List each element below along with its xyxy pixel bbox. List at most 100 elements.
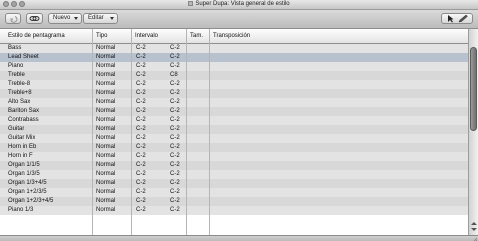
style-cell: Organ 1/3+4/5	[8, 180, 47, 186]
type-cell: Normal	[96, 126, 116, 132]
range-high-cell: C-2	[170, 198, 180, 204]
title-bar: Super Dupa: Vista general de estilo	[0, 0, 478, 10]
range-low-cell: C-2	[136, 117, 146, 123]
type-cell: Normal	[96, 162, 116, 168]
table-row[interactable]: Piano 1/3 Normal C-2 C-2	[0, 206, 468, 215]
column-header-range[interactable]: Intervalo	[132, 29, 187, 43]
style-cell: Horn in F	[8, 153, 33, 159]
table-row[interactable]: Organ 1/3/5 Normal C-2 C-2	[0, 170, 468, 179]
new-menu-button[interactable]: Nuevo	[48, 13, 82, 24]
style-cell: Piano 1/3	[8, 207, 34, 213]
column-header-size[interactable]: Tam.	[187, 29, 210, 43]
range-high-cell: C-2	[170, 207, 180, 213]
table-row[interactable]: Organ 1+2/3+4/5 Normal C-2 C-2	[0, 197, 468, 206]
range-high-cell: C-2	[170, 54, 180, 60]
style-cell: Bass	[8, 45, 22, 51]
type-cell: Normal	[96, 81, 116, 87]
style-overview-window: Super Dupa: Vista general de estilo Nuev…	[0, 0, 478, 241]
type-cell: Normal	[96, 45, 116, 51]
type-cell: Normal	[96, 198, 116, 204]
style-cell: Organ 1+2/3/5	[8, 189, 47, 195]
range-low-cell: C-2	[136, 153, 146, 159]
edit-menu-label: Editar	[88, 15, 104, 21]
style-cell: Guitar Mix	[8, 135, 36, 141]
style-cell: Contrabass	[8, 117, 39, 123]
range-low-cell: C-2	[136, 207, 146, 213]
type-cell: Normal	[96, 189, 116, 195]
table-row[interactable]: Contrabass Normal C-2 C-2	[0, 116, 468, 125]
chevron-down-icon	[74, 17, 78, 20]
table-row[interactable]: Organ 1/1/5 Normal C-2 C-2	[0, 161, 468, 170]
pencil-tool-icon	[458, 14, 468, 23]
undo-icon	[10, 16, 18, 23]
type-cell: Normal	[96, 171, 116, 177]
type-cell: Normal	[96, 72, 116, 78]
table-row[interactable]: Horn in Eb Normal C-2 C-2	[0, 143, 468, 152]
tool-icons	[448, 14, 468, 23]
style-cell: Bariton Sax	[8, 108, 40, 114]
type-cell: Normal	[96, 153, 116, 159]
range-low-cell: C-2	[136, 144, 146, 150]
link-button[interactable]	[26, 13, 43, 24]
column-divider	[209, 29, 210, 235]
range-low-cell: C-2	[136, 99, 146, 105]
style-cell: Piano	[8, 63, 24, 69]
range-high-cell: C-2	[170, 45, 180, 51]
column-header-type[interactable]: Tipo	[93, 29, 132, 43]
table-row[interactable]: Lead Sheet Normal C-2 C-2	[0, 53, 468, 62]
tool-selector[interactable]	[441, 13, 473, 24]
range-high-cell: C-2	[170, 90, 180, 96]
table-row[interactable]: Piano Normal C-2 C-2	[0, 62, 468, 71]
type-cell: Normal	[96, 135, 116, 141]
range-high-cell: C-2	[170, 180, 180, 186]
range-high-cell: C-2	[170, 189, 180, 195]
resize-grip-icon[interactable]	[472, 237, 477, 241]
undo-button[interactable]	[5, 13, 21, 24]
table-header: Estilo de pentagrama Tipo Intervalo Tam.…	[0, 29, 468, 44]
type-cell: Normal	[96, 144, 116, 150]
table-row[interactable]: Guitar Normal C-2 C-2	[0, 125, 468, 134]
range-low-cell: C-2	[136, 72, 146, 78]
type-cell: Normal	[96, 108, 116, 114]
style-cell: Treble	[8, 72, 25, 78]
table-row[interactable]: Treble+8 Normal C-2 C-2	[0, 89, 468, 98]
range-high-cell: C8	[170, 72, 178, 78]
range-low-cell: C-2	[136, 171, 146, 177]
style-cell: Organ 1+2/3+4/5	[8, 198, 54, 204]
range-high-cell: C-2	[170, 99, 180, 105]
style-cell: Organ 1/3/5	[8, 171, 40, 177]
vertical-scrollbar[interactable]	[468, 29, 478, 235]
range-low-cell: C-2	[136, 198, 146, 204]
table-body: Bass Normal C-2 C-2 Lead Sheet Normal C-2 C-2 Pi…	[0, 44, 468, 235]
table-row[interactable]: Guitar Mix Normal C-2 C-2	[0, 134, 468, 143]
range-low-cell: C-2	[136, 180, 146, 186]
type-cell: Normal	[96, 180, 116, 186]
edit-menu-button[interactable]: Editar	[83, 13, 118, 24]
scroll-up-arrow-icon[interactable]	[471, 222, 477, 225]
document-icon	[188, 1, 194, 6]
table-row[interactable]: Bass Normal C-2 C-2	[0, 44, 468, 53]
range-low-cell: C-2	[136, 63, 146, 69]
range-low-cell: C-2	[136, 108, 146, 114]
column-header-style[interactable]: Estilo de pentagrama	[5, 29, 93, 43]
staff-style-table: Estilo de pentagrama Tipo Intervalo Tam.…	[0, 29, 478, 235]
range-high-cell: C-2	[170, 126, 180, 132]
range-high-cell: C-2	[170, 162, 180, 168]
style-cell: Organ 1/1/5	[8, 162, 40, 168]
window-title: Super Dupa: Vista general de estilo	[195, 1, 290, 7]
style-cell: Treble+8	[8, 90, 32, 96]
scrollbar-thumb[interactable]	[470, 47, 477, 131]
chevron-down-icon	[110, 17, 114, 20]
table-row[interactable]: Organ 1+2/3/5 Normal C-2 C-2	[0, 188, 468, 197]
range-low-cell: C-2	[136, 54, 146, 60]
table-row[interactable]: Alto Sax Normal C-2 C-2	[0, 98, 468, 107]
table-row[interactable]: Bariton Sax Normal C-2 C-2	[0, 107, 468, 116]
table-row[interactable]: Horn in F Normal C-2 C-2	[0, 152, 468, 161]
table-row[interactable]: Organ 1/3+4/5 Normal C-2 C-2	[0, 179, 468, 188]
scroll-down-arrow-icon[interactable]	[471, 228, 477, 231]
column-header-transposition[interactable]: Transposición	[210, 29, 468, 43]
table-row[interactable]: Treble Normal C-2 C8	[0, 71, 468, 80]
range-low-cell: C-2	[136, 189, 146, 195]
type-cell: Normal	[96, 207, 116, 213]
table-row[interactable]: Treble-8 Normal C-2 C-2	[0, 80, 468, 89]
